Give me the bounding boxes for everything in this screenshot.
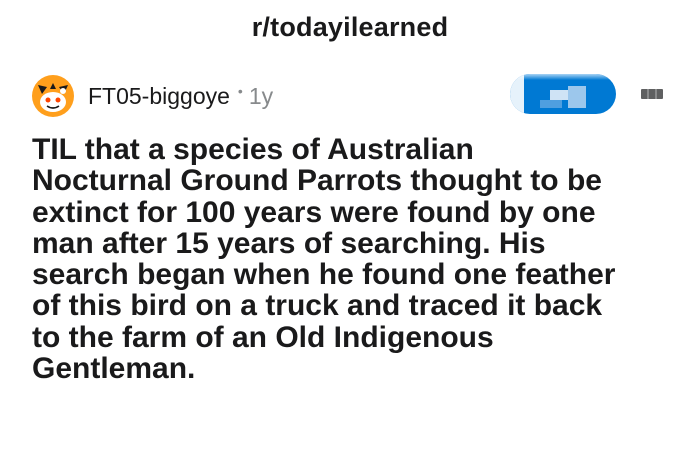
title-line: Gentleman. (32, 352, 196, 386)
post-title[interactable]: TIL that a species of Australian Nocturn… (32, 134, 682, 384)
join-button-highlight (510, 74, 616, 80)
snoo-avatar-icon[interactable] (32, 75, 74, 117)
post-meta: FT05-biggoye • 1y (32, 74, 273, 118)
title-line: extinct for 100 years were found by one (32, 195, 596, 229)
title-line: Nocturnal Ground Parrots thought to be (32, 164, 602, 198)
title-line: to the farm of an Old Indigenous (32, 320, 494, 354)
post-author[interactable]: FT05-biggoye (88, 83, 230, 110)
title-line: search began when he found one feather (32, 258, 616, 292)
title-line: TIL that a species of Australian (32, 133, 474, 166)
join-button-blur (540, 100, 562, 108)
join-button[interactable] (510, 74, 616, 114)
post-age: 1y (248, 82, 274, 109)
title-line: of this bird on a truck and traced it ba… (32, 289, 603, 323)
meta-separator: • (237, 83, 243, 99)
join-button-edge (510, 74, 524, 114)
join-button-blur (568, 86, 586, 108)
more-options-icon[interactable] (641, 89, 663, 99)
title-line: man after 15 years of searching. His (32, 226, 546, 260)
subreddit-header[interactable]: r/todayilearned (0, 12, 700, 43)
